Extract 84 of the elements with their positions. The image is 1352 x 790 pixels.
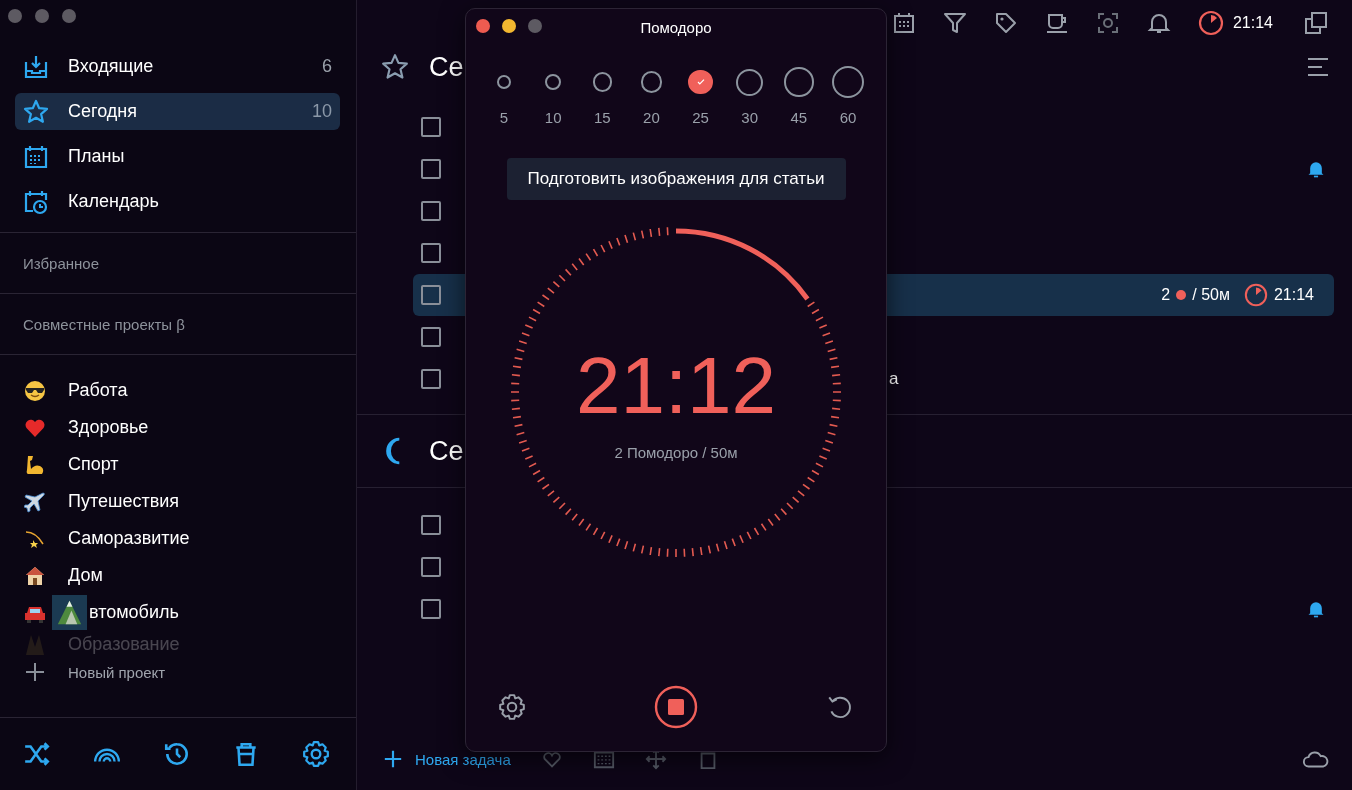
timer-icon <box>1197 10 1224 36</box>
duration-radio[interactable] <box>640 71 663 93</box>
project-item[interactable]: Саморазвитие <box>24 520 356 557</box>
duration-radio[interactable] <box>784 67 814 97</box>
settings-icon[interactable] <box>302 740 330 768</box>
new-task-button[interactable]: Новая задача <box>383 749 511 769</box>
pomodoro-duration: / 50м <box>1192 286 1230 304</box>
new-project-button[interactable]: Новый проект <box>24 655 356 689</box>
task-checkbox[interactable] <box>421 327 441 347</box>
task-checkbox[interactable] <box>421 201 441 221</box>
menu-icon[interactable] <box>1306 55 1330 79</box>
cup-icon[interactable] <box>1044 11 1069 35</box>
project-item[interactable]: Спорт <box>24 446 356 483</box>
section-title: Се <box>429 51 464 83</box>
task-checkbox[interactable] <box>421 599 441 619</box>
task-timer: 21:14 <box>1273 286 1314 304</box>
duration-option[interactable]: 30 <box>731 65 768 126</box>
duration-radio[interactable] <box>544 73 562 91</box>
sidebar-item[interactable]: Планы <box>15 138 340 175</box>
window-close-button[interactable] <box>476 19 490 33</box>
window-zoom-button[interactable] <box>528 19 542 33</box>
house-icon <box>24 564 46 587</box>
duration-option[interactable]: 10 <box>535 65 572 126</box>
calendar-icon <box>23 143 49 170</box>
duration-radio[interactable] <box>736 68 764 96</box>
calendar-clock-icon <box>23 188 49 215</box>
sidebar-group-heading[interactable]: Избранное <box>23 254 100 272</box>
settings-icon[interactable] <box>498 693 526 721</box>
task-checkbox[interactable] <box>421 369 441 389</box>
airplane-icon <box>24 490 46 513</box>
copy-icon[interactable] <box>1304 11 1328 35</box>
duration-option[interactable]: 15 <box>584 65 621 126</box>
task-checkbox[interactable] <box>421 515 441 535</box>
section-title: Се <box>429 435 464 467</box>
focus-icon[interactable] <box>1095 11 1120 35</box>
pomodoro-count: 2 <box>1161 286 1171 304</box>
project-item[interactable]: Путешествия <box>24 483 356 520</box>
duration-radio[interactable] <box>497 75 511 89</box>
sidebar-item[interactable]: Календарь <box>15 183 340 220</box>
pomodoro-summary: 2 Помодоро / 50м <box>614 444 738 461</box>
duration-option[interactable]: 5 <box>486 65 522 126</box>
sidebar-item[interactable]: Сегодня 10 <box>15 93 340 130</box>
sidebar-item[interactable]: Входящие 6 <box>15 48 340 85</box>
task-checkbox[interactable] <box>421 159 441 179</box>
duration-option[interactable]: 20 <box>633 65 670 126</box>
task-label: Подготовить изображения для статьи <box>506 158 846 200</box>
task-checkbox[interactable] <box>421 117 441 137</box>
timer-icon <box>1243 283 1268 307</box>
project-item[interactable]: втомобиль <box>24 594 356 631</box>
countdown-time: 21:12 <box>575 346 777 426</box>
duration-option[interactable]: 45 <box>780 65 817 126</box>
star-icon <box>23 98 49 125</box>
task-checkbox[interactable] <box>421 243 441 263</box>
shuffle-icon[interactable] <box>23 740 51 768</box>
duration-radio[interactable] <box>831 65 865 99</box>
duration-option[interactable]: 25 <box>682 65 719 126</box>
duration-option[interactable]: 60 <box>830 65 866 126</box>
task-title: а <box>889 369 899 389</box>
plus-icon <box>24 661 46 683</box>
star-icon <box>381 53 409 81</box>
window-zoom-button[interactable] <box>62 9 76 23</box>
window-close-button[interactable] <box>8 9 22 23</box>
sunglasses-face-icon <box>24 379 46 402</box>
flexed-arm-icon <box>24 453 46 476</box>
inbox-icon <box>23 53 49 80</box>
bell-icon[interactable] <box>1146 11 1171 35</box>
duration-radio[interactable] <box>592 72 612 92</box>
task-checkbox[interactable] <box>421 557 441 577</box>
project-item[interactable]: Здоровье <box>24 409 356 446</box>
task-checkbox[interactable] <box>421 285 441 305</box>
calendar-icon[interactable] <box>891 11 916 35</box>
window-title: Помодоро <box>640 18 712 36</box>
tag-icon[interactable] <box>993 11 1018 35</box>
timer-button[interactable]: 21:14 <box>1197 10 1273 36</box>
history-icon[interactable] <box>162 740 191 768</box>
filter-icon[interactable] <box>942 11 967 35</box>
sidebar-group-heading[interactable]: Совместные проекты β <box>23 315 185 333</box>
window-minimize-button[interactable] <box>502 19 516 33</box>
tomato-dot-icon <box>1176 290 1187 300</box>
stop-button[interactable] <box>654 685 698 729</box>
plus-icon <box>383 749 403 769</box>
duration-radio[interactable] <box>688 69 713 95</box>
project-item[interactable]: Дом <box>24 557 356 594</box>
project-item[interactable]: Работа <box>24 372 356 409</box>
